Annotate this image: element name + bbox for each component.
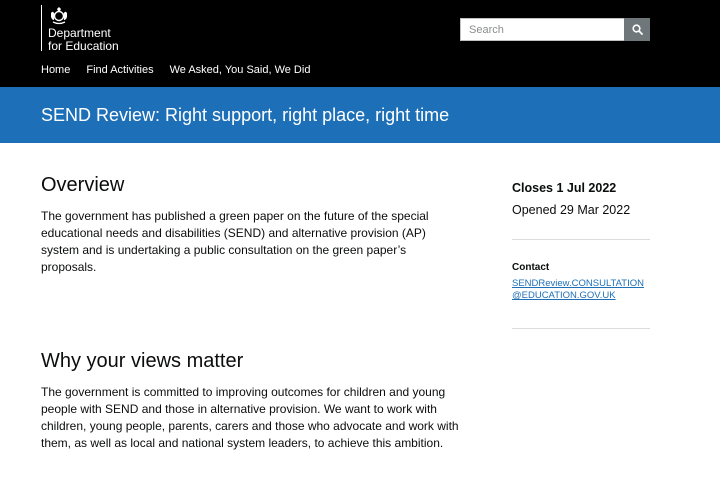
- nav-find-activities[interactable]: Find Activities: [86, 64, 153, 77]
- main-nav: Home Find Activities We Asked, You Said,…: [41, 64, 326, 77]
- sidebar-divider-bottom: [512, 328, 650, 329]
- site-header: Department for Education Home Find Activ…: [0, 0, 720, 87]
- nav-we-asked[interactable]: We Asked, You Said, We Did: [170, 64, 311, 77]
- page-title: SEND Review: Right support, right place,…: [41, 105, 450, 125]
- logo-block: Department for Education: [48, 5, 119, 53]
- views-text: The government is committed to improving…: [41, 385, 459, 450]
- overview-text: The government has published a green pap…: [41, 209, 429, 274]
- contact-email-link[interactable]: SENDReview.CONSULTATION@EDUCATION.GOV.UK: [512, 278, 650, 302]
- search-button[interactable]: [624, 18, 650, 41]
- royal-crest-icon: [51, 7, 67, 25]
- closing-date: Closes 1 Jul 2022: [512, 181, 617, 195]
- logo-line-2: for Education: [48, 39, 119, 53]
- search-input[interactable]: [460, 18, 624, 41]
- nav-home[interactable]: Home: [41, 64, 70, 77]
- logo-rule: [41, 5, 42, 51]
- search-bar: [460, 18, 650, 41]
- magnifier-icon: [631, 24, 643, 35]
- consultation-sidebar: Closes 1 Jul 2022 Opened 29 Mar 2022 Con…: [512, 180, 650, 329]
- opened-date: Opened 29 Mar 2022: [512, 203, 631, 217]
- views-heading: Why your views matter: [41, 350, 244, 372]
- overview-heading: Overview: [41, 174, 125, 196]
- title-banner: SEND Review: Right support, right place,…: [0, 87, 720, 143]
- contact-label: Contact: [512, 262, 550, 273]
- main-content: Overview The government has published a …: [41, 172, 461, 452]
- department-logo[interactable]: Department for Education: [41, 5, 119, 53]
- sidebar-divider: [512, 239, 650, 240]
